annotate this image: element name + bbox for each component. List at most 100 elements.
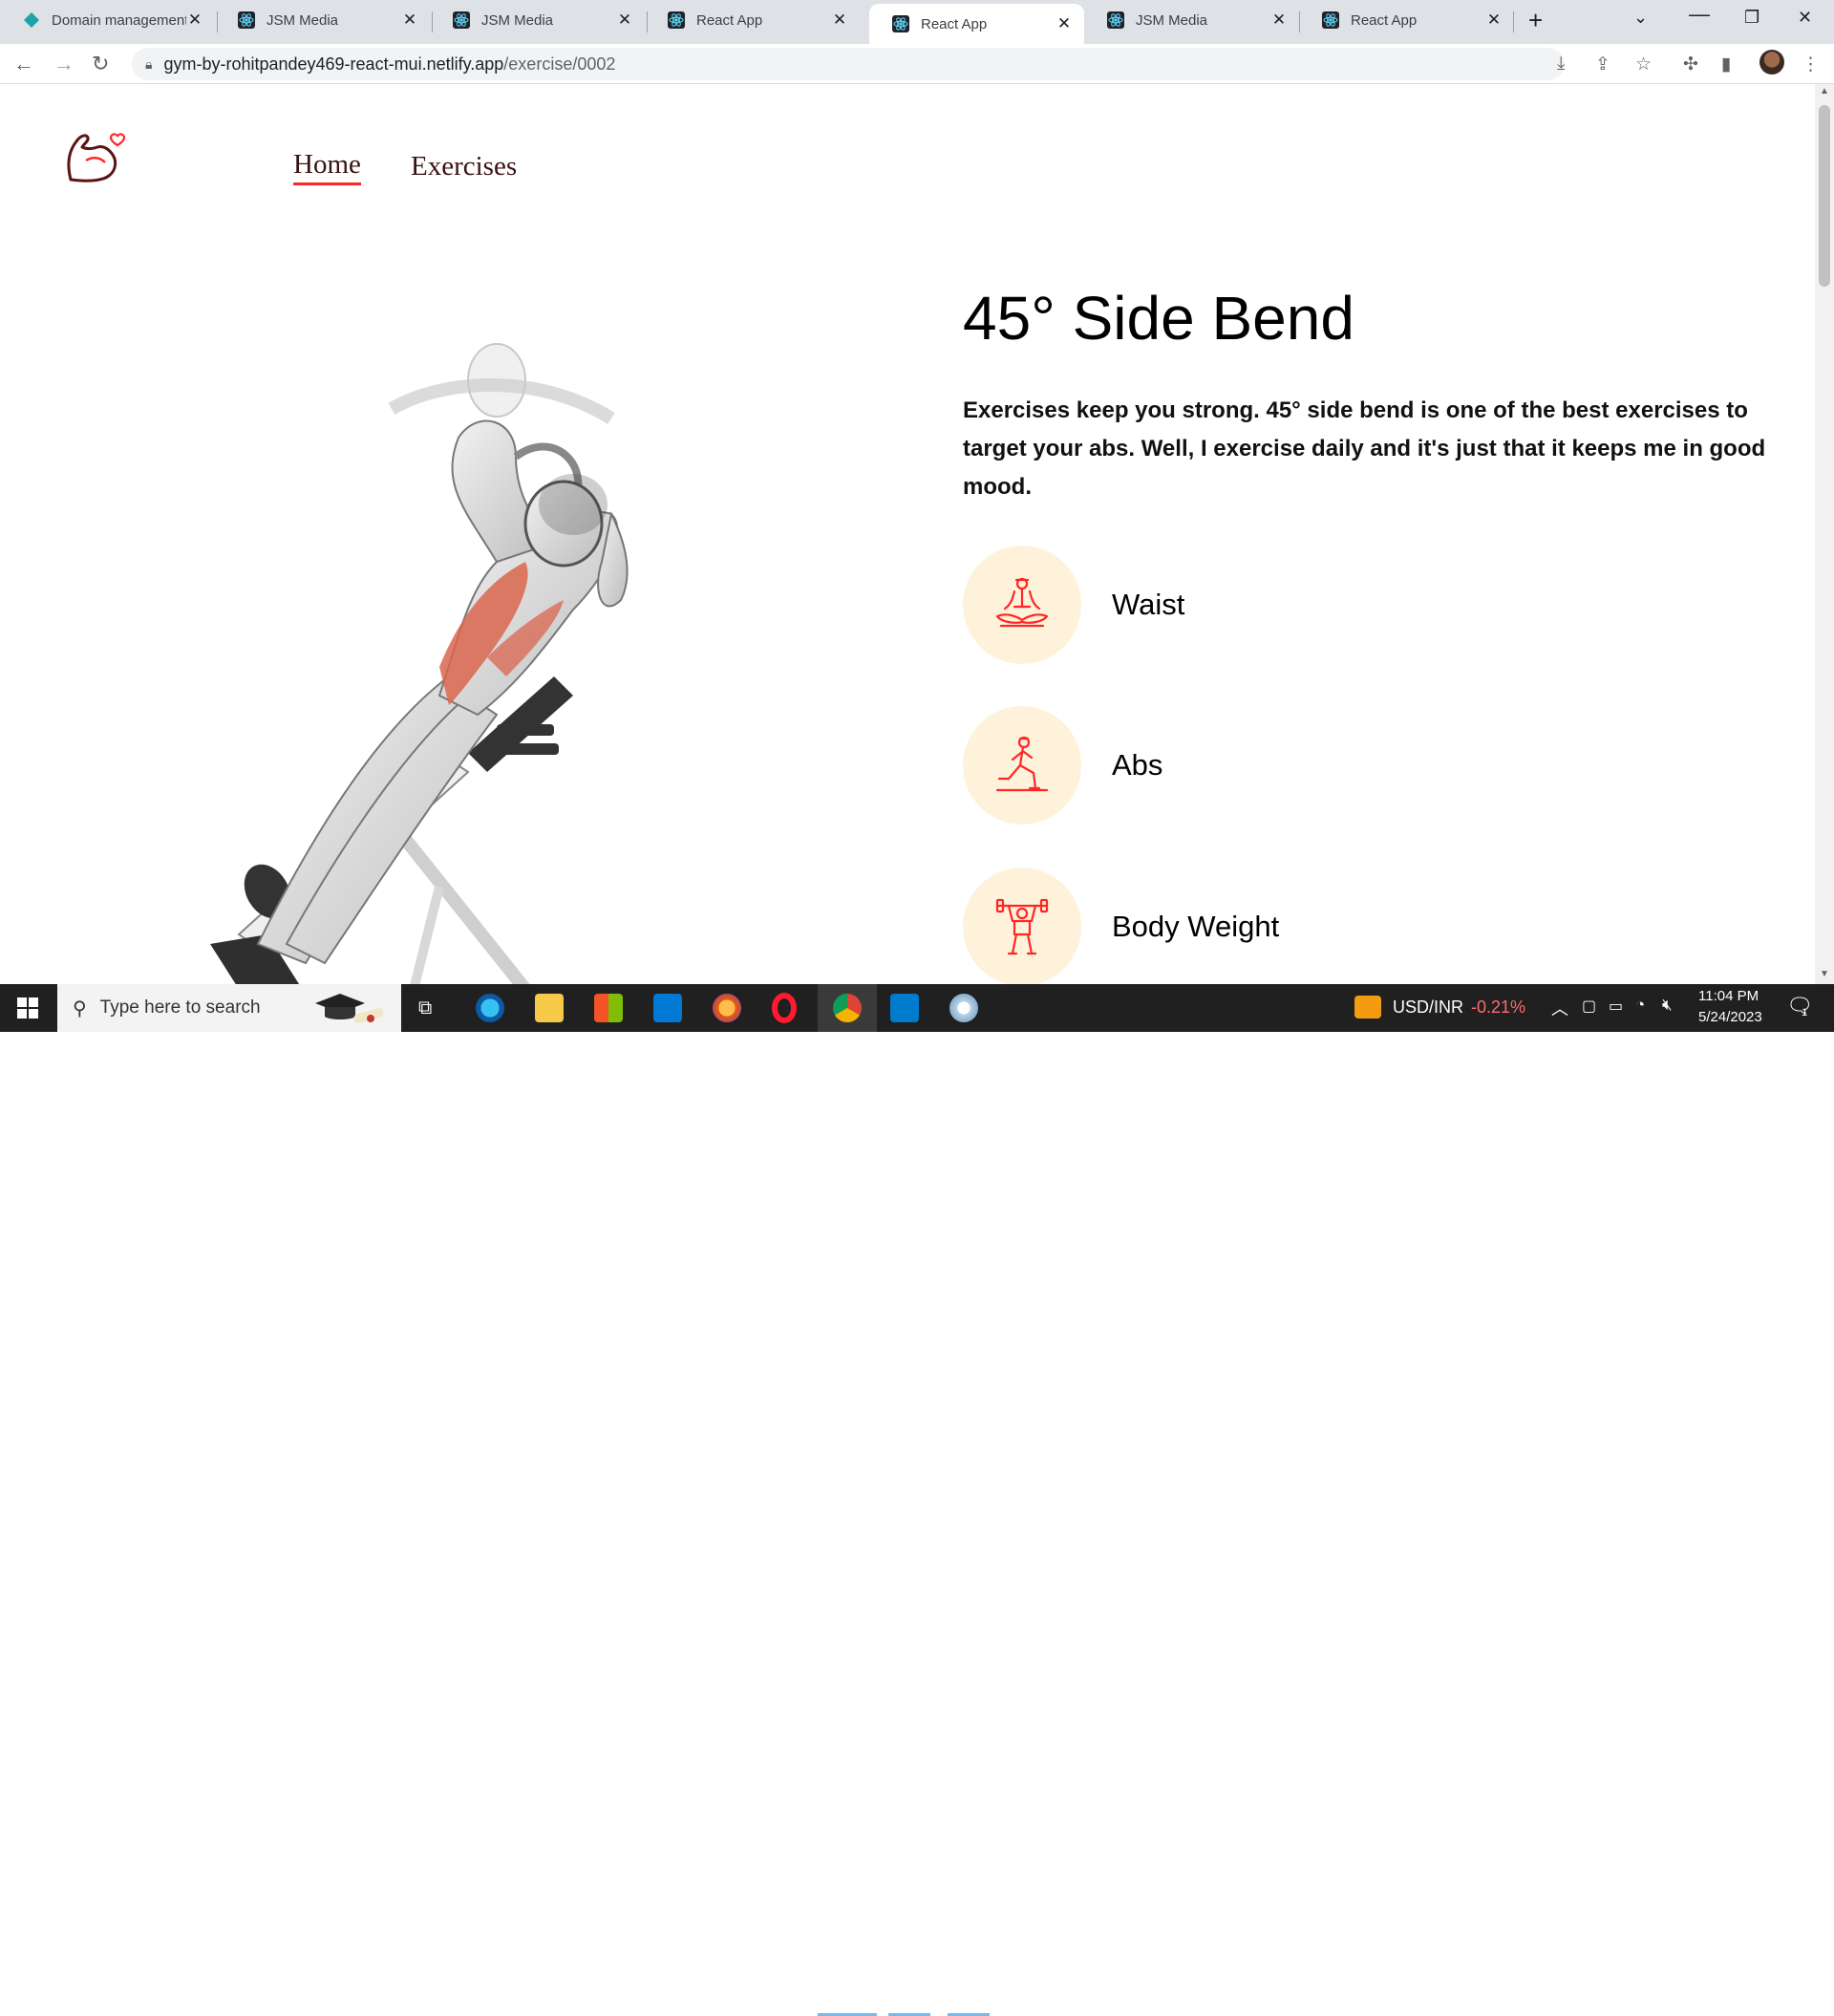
- page-content: Home Exercises 45° Side Bend Exercises k…: [0, 84, 1815, 984]
- opera-icon[interactable]: [772, 993, 797, 1023]
- close-tab-icon[interactable]: ✕: [831, 11, 848, 30]
- body-part-label: Waist: [1112, 588, 1185, 621]
- exercise-title: 45° Side Bend: [963, 284, 1354, 353]
- equipment-circle: [963, 868, 1081, 984]
- taskbar-search-placeholder: Type here to search: [99, 997, 261, 1018]
- browser-toolbar: ← → ↻ 🔒︎ gym-by-rohitpandey469-react-mui…: [0, 44, 1834, 84]
- react-icon: [668, 11, 685, 29]
- url-path: /exercise/0002: [503, 54, 616, 74]
- tab-react-app-active[interactable]: React App ✕: [869, 4, 1084, 44]
- notification-count-badge: 1: [1802, 1007, 1808, 1019]
- lock-icon: 🔒︎: [145, 55, 153, 72]
- exercise-illustration: [210, 343, 629, 984]
- show-hidden-icons-chevron-icon[interactable]: ︿: [1551, 996, 1568, 1020]
- new-tab-button[interactable]: +: [1528, 6, 1543, 35]
- tab-title: Domain management: [52, 11, 186, 29]
- target-label: Abs: [1112, 748, 1163, 782]
- scroll-up-arrow-icon[interactable]: ▲: [1820, 86, 1829, 97]
- tab-react-app-1[interactable]: React App ✕: [645, 0, 860, 40]
- detail-equipment: Body Weight: [963, 868, 1279, 984]
- tab-title: JSM Media: [267, 11, 339, 29]
- search-icon: ⚲: [73, 997, 87, 1019]
- close-tab-icon[interactable]: ✕: [401, 11, 418, 30]
- tab-jsm-media-2[interactable]: JSM Media ✕: [430, 0, 645, 40]
- tab-search-chevron-icon[interactable]: ⌄: [1633, 8, 1648, 28]
- paint-icon[interactable]: [949, 994, 978, 1022]
- notifications-icon[interactable]: 🗨︎: [1786, 994, 1813, 1019]
- minimize-window-icon[interactable]: —: [1689, 2, 1710, 27]
- close-tab-icon[interactable]: ✕: [616, 11, 633, 30]
- speaker-muted-icon[interactable]: 🔇︎: [1662, 996, 1673, 1015]
- clock-date[interactable]: 5/24/2023: [1698, 1009, 1762, 1025]
- react-icon: [1322, 11, 1339, 29]
- windows-taskbar: ⚲ Type here to search ⧉ USD/INR -0.21% ︿…: [0, 984, 1834, 2016]
- page-scrollbar[interactable]: ▲ ▼: [1815, 84, 1834, 984]
- clock-time[interactable]: 11:04 PM: [1698, 988, 1759, 1004]
- tab-jsm-media-1[interactable]: JSM Media ✕: [215, 0, 430, 40]
- tab-divider: [1513, 11, 1514, 32]
- share-icon[interactable]: ⇪: [1595, 54, 1610, 75]
- tab-domain-management[interactable]: Domain management ✕: [0, 0, 215, 40]
- microsoft-store-icon[interactable]: [594, 994, 623, 1022]
- restore-window-icon[interactable]: ❐: [1744, 8, 1759, 28]
- url-host: gym-by-rohitpandey469-react-mui.netlify.…: [163, 54, 504, 74]
- address-bar[interactable]: 🔒︎ gym-by-rohitpandey469-react-mui.netli…: [132, 48, 1565, 80]
- windows-start-icon[interactable]: [17, 997, 38, 1019]
- detail-body-part: Waist: [963, 546, 1184, 664]
- close-tab-icon[interactable]: ✕: [186, 11, 203, 30]
- browser-tab-strip: Domain management ✕ JSM Media ✕ JSM Medi…: [0, 0, 1834, 44]
- exercise-description: Exercises keep you strong. 45° side bend…: [963, 397, 1766, 500]
- nav-home-link[interactable]: Home: [293, 149, 361, 185]
- reload-icon[interactable]: ↻: [92, 52, 109, 76]
- chrome-menu-icon[interactable]: ⋮: [1802, 54, 1820, 75]
- close-tab-icon[interactable]: ✕: [1485, 11, 1503, 30]
- tab-title: JSM Media: [481, 11, 554, 29]
- react-icon: [453, 11, 470, 29]
- mail-icon[interactable]: [653, 994, 682, 1022]
- ticker-symbol[interactable]: USD/INR: [1393, 997, 1463, 1018]
- forward-arrow-icon[interactable]: →: [53, 52, 75, 76]
- wifi-icon[interactable]: ◔: [1635, 996, 1645, 1015]
- side-panel-icon[interactable]: ▮: [1721, 54, 1731, 75]
- tab-jsm-media-3[interactable]: JSM Media ✕: [1084, 0, 1299, 40]
- tab-title: React App: [921, 15, 988, 32]
- vscode-icon[interactable]: [890, 994, 919, 1022]
- react-icon: [238, 11, 255, 29]
- close-tab-icon[interactable]: ✕: [1270, 11, 1288, 30]
- chrome-icon[interactable]: [833, 994, 862, 1022]
- profile-avatar[interactable]: [1759, 50, 1784, 75]
- body-part-circle: [963, 546, 1081, 664]
- weightlifter-icon: [995, 898, 1049, 955]
- edge-browser-icon[interactable]: [476, 994, 504, 1022]
- close-tab-icon[interactable]: ✕: [1056, 14, 1073, 33]
- battery-icon[interactable]: ▭: [1609, 997, 1623, 1016]
- install-app-icon[interactable]: ⤓: [1557, 54, 1565, 75]
- extensions-puzzle-icon[interactable]: ✣: [1683, 54, 1698, 75]
- ticker-change[interactable]: -0.21%: [1471, 997, 1525, 1018]
- task-view-icon[interactable]: ⧉: [418, 997, 432, 1019]
- lunge-icon: [995, 736, 1049, 792]
- tab-react-app-2[interactable]: React App ✕: [1299, 0, 1514, 40]
- diamond-teal-icon: [24, 12, 39, 28]
- tab-title: JSM Media: [1136, 11, 1208, 29]
- tab-title: React App: [696, 11, 763, 29]
- back-arrow-icon[interactable]: ←: [13, 52, 34, 76]
- gym-logo-icon[interactable]: [65, 122, 126, 183]
- stock-ticker-icon[interactable]: [1354, 996, 1381, 1019]
- close-window-icon[interactable]: ✕: [1798, 8, 1812, 28]
- meditation-icon: [995, 577, 1049, 628]
- nav-exercises-link[interactable]: Exercises: [411, 151, 517, 182]
- react-icon: [892, 15, 909, 32]
- detail-target: Abs: [963, 706, 1162, 825]
- target-circle: [963, 706, 1081, 825]
- bookmark-star-icon[interactable]: ☆: [1635, 54, 1652, 75]
- firefox-icon[interactable]: [713, 994, 741, 1022]
- meet-now-icon[interactable]: ▢: [1582, 997, 1596, 1016]
- react-icon: [1107, 11, 1124, 29]
- file-explorer-icon[interactable]: [535, 994, 564, 1022]
- tab-title: React App: [1351, 11, 1418, 29]
- equipment-label: Body Weight: [1112, 910, 1280, 943]
- scrollbar-thumb[interactable]: [1819, 105, 1830, 287]
- scroll-down-arrow-icon[interactable]: ▼: [1820, 969, 1829, 979]
- graduation-cap-icon: [315, 994, 384, 1023]
